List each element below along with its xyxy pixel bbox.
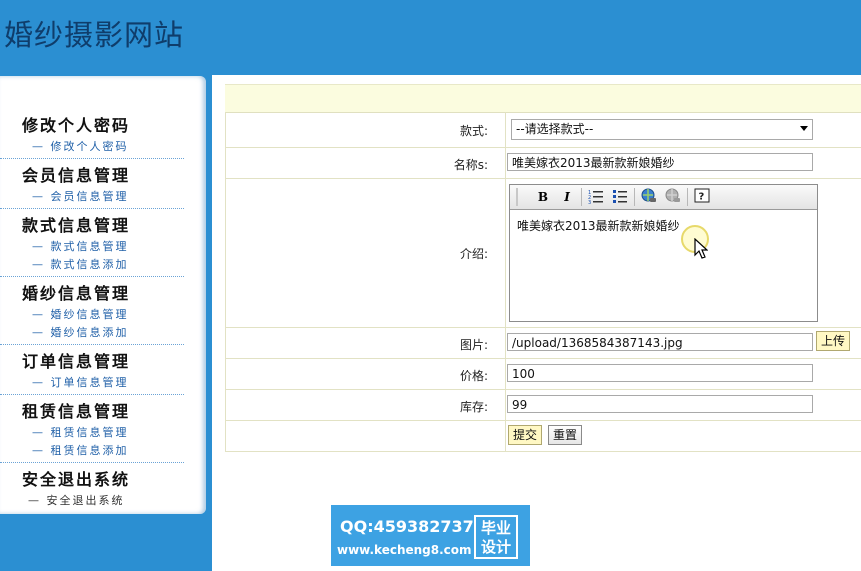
sidebar-group-members: 会员信息管理 — 会员信息管理: [0, 158, 184, 209]
sidebar-heading: 安全退出系统: [22, 470, 131, 489]
watermark-badge-line2: 设计: [480, 538, 511, 556]
sidebar-group-password: 修改个人密码 — 修改个人密码: [0, 76, 184, 159]
toolbar-separator: [687, 188, 688, 206]
upload-button[interactable]: 上传: [816, 331, 850, 351]
sidebar-link-dress-manage[interactable]: — 婚纱信息管理: [32, 306, 129, 322]
sidebar-group-orders: 订单信息管理 — 订单信息管理: [0, 344, 184, 395]
sidebar-link-dress-add[interactable]: — 婚纱信息添加: [32, 324, 129, 340]
chevron-down-icon: [800, 126, 808, 131]
sidebar-link-rental-add[interactable]: — 租赁信息添加: [32, 442, 129, 458]
sidebar-link-style-manage[interactable]: — 款式信息管理: [32, 238, 129, 254]
sidebar-heading: 会员信息管理: [22, 166, 131, 185]
site-title: 婚纱摄影网站: [4, 18, 185, 52]
link-icon[interactable]: [640, 188, 658, 206]
sidebar-group-rentals: 租赁信息管理 — 租赁信息管理 — 租赁信息添加: [0, 394, 184, 463]
watermark-badge-line1: 毕业: [480, 519, 511, 537]
reset-button[interactable]: 重置: [548, 425, 582, 445]
sidebar: 修改个人密码 — 修改个人密码 会员信息管理 — 会员信息管理 款式信息管理 —…: [0, 76, 206, 514]
sidebar-link-logout[interactable]: — 安全退出系统: [28, 492, 125, 508]
ordered-list-icon[interactable]: 123: [587, 188, 605, 206]
image-label: 图片:: [459, 338, 488, 352]
style-select-value: --请选择款式--: [516, 122, 594, 136]
toolbar-separator: [634, 188, 635, 206]
editor-toolbar: B I 123 ?: [510, 185, 817, 210]
price-input[interactable]: 100: [507, 364, 813, 382]
unordered-list-icon[interactable]: [611, 188, 629, 206]
sidebar-link-order-manage[interactable]: — 订单信息管理: [32, 374, 129, 390]
sidebar-group-styles: 款式信息管理 — 款式信息管理 — 款式信息添加: [0, 208, 184, 277]
mouse-pointer-icon: [694, 238, 708, 259]
sidebar-heading: 租赁信息管理: [22, 402, 131, 421]
price-label: 价格:: [459, 369, 488, 383]
sidebar-heading: 婚纱信息管理: [22, 284, 131, 303]
style-label: 款式:: [459, 124, 488, 138]
help-icon[interactable]: ?: [693, 188, 711, 206]
watermark-qq: QQ:459382737: [340, 517, 474, 536]
italic-icon[interactable]: I: [558, 188, 576, 206]
watermark-banner: QQ:459382737 www.kecheng8.com 毕业 设计: [331, 505, 530, 566]
toolbar-grip: [516, 188, 518, 206]
intro-label: 介绍:: [459, 247, 488, 261]
intro-textarea[interactable]: 唯美嫁衣2013最新款新娘婚纱: [511, 210, 816, 320]
sidebar-group-dresses: 婚纱信息管理 — 婚纱信息管理 — 婚纱信息添加: [0, 276, 184, 345]
sidebar-heading: 款式信息管理: [22, 216, 131, 235]
style-select[interactable]: --请选择款式--: [511, 119, 813, 140]
form-row-image: 图片: /upload/1368584387143.jpg 上传: [225, 328, 861, 359]
form-row-price: 价格: 100: [225, 359, 861, 390]
sidebar-link-change-password[interactable]: — 修改个人密码: [32, 138, 129, 154]
header-bar: 婚纱摄影网站: [0, 0, 861, 75]
stock-label: 库存:: [459, 400, 488, 414]
svg-text:3: 3: [588, 200, 591, 204]
form-header: [225, 84, 861, 113]
sidebar-heading: 修改个人密码: [22, 116, 131, 135]
form-row-style: 款式: --请选择款式--: [225, 112, 861, 148]
bold-icon[interactable]: B: [534, 188, 552, 206]
stock-input[interactable]: 99: [507, 395, 813, 413]
sidebar-link-rental-manage[interactable]: — 租赁信息管理: [32, 424, 129, 440]
name-input[interactable]: 唯美嫁衣2013最新款新娘婚纱: [507, 153, 813, 171]
sidebar-link-member-manage[interactable]: — 会员信息管理: [32, 188, 129, 204]
intro-text: 唯美嫁衣2013最新款新娘婚纱: [517, 219, 680, 233]
image-path-input[interactable]: /upload/1368584387143.jpg: [507, 333, 813, 351]
svg-text:?: ?: [699, 192, 705, 203]
sidebar-heading: 订单信息管理: [22, 352, 131, 371]
form-row-actions: 提交 重置: [225, 421, 861, 452]
unlink-icon[interactable]: [664, 188, 682, 206]
rich-text-editor: B I 123 ? 唯美嫁衣2013最新款新娘婚纱: [509, 184, 818, 322]
toolbar-separator: [581, 188, 582, 206]
name-label: 名称s:: [453, 158, 488, 172]
sidebar-group-logout: 安全退出系统 — 安全退出系统: [0, 462, 184, 514]
sidebar-link-style-add[interactable]: — 款式信息添加: [32, 256, 129, 272]
watermark-badge: 毕业 设计: [474, 515, 518, 559]
form-row-stock: 库存: 99: [225, 390, 861, 421]
submit-button[interactable]: 提交: [508, 425, 542, 445]
form-row-name: 名称s: 唯美嫁衣2013最新款新娘婚纱: [225, 148, 861, 179]
watermark-url: www.kecheng8.com: [337, 543, 472, 557]
